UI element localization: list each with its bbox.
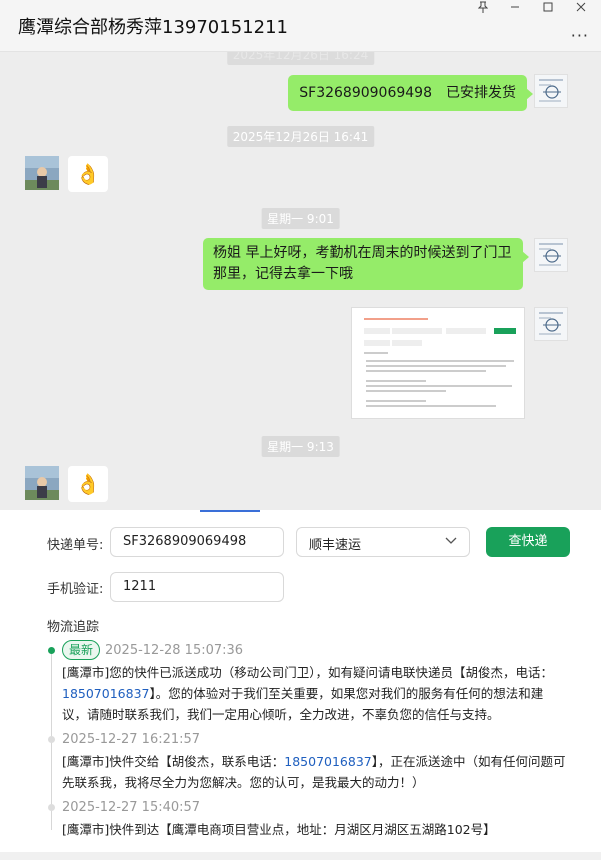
avatar[interactable]	[534, 74, 568, 108]
message-text: SF3268909069498 已安排发货	[299, 85, 516, 101]
ok-hand-icon: 👌	[75, 472, 101, 496]
event-detail: [鹰潭市]您的快件已派送成功（移动公司门卫），如有疑问请电联快递员【胡俊杰，电话…	[62, 665, 554, 722]
avatar[interactable]	[25, 466, 59, 500]
chat-title: 鹰潭综合部杨秀萍13970151211	[18, 17, 288, 38]
chat-header: 鹰潭综合部杨秀萍13970151211 ···	[0, 0, 601, 52]
tracking-number-label: 快递单号:	[47, 538, 104, 553]
avatar[interactable]	[534, 238, 568, 272]
carrier-select[interactable]: 顺丰速运	[296, 527, 470, 557]
tracking-number-input[interactable]: SF3268909069498	[110, 527, 284, 557]
emoji-message[interactable]: 👌	[68, 466, 108, 502]
latest-badge: 最新	[62, 640, 101, 660]
query-button[interactable]: 查快递	[486, 527, 570, 557]
maximize-icon[interactable]	[533, 0, 563, 14]
phone-link[interactable]: 18507016837	[284, 754, 371, 769]
event-time: 2025-12-28 15:07:36	[105, 643, 244, 658]
timestamp: 2025年12月26日 16:41	[226, 126, 375, 147]
phone-link[interactable]: 18507016837	[62, 686, 149, 701]
timestamp: 星期一 9:01	[261, 208, 340, 229]
avatar[interactable]	[534, 307, 568, 341]
timestamp: 2025年12月26日 16:24	[226, 52, 375, 65]
minimize-icon[interactable]	[500, 0, 530, 14]
timeline-dot	[48, 804, 55, 811]
ok-hand-icon: 👌	[75, 162, 101, 186]
chat-message-area[interactable]: 2025年12月26日 16:24 SF3268909069498 已安排发货 …	[0, 52, 601, 510]
divider	[200, 510, 260, 512]
event-detail: [鹰潭市]快件到达【鹰潭电商项目营业点，地址：月湖区月湖区五湖路102号】	[62, 822, 496, 837]
event-detail: [鹰潭市]快件交给【胡俊杰，联系电话：18507016837】，正在派送途中（如…	[62, 754, 566, 790]
pin-icon[interactable]	[468, 0, 498, 14]
event-time: 2025-12-27 16:21:57	[62, 732, 201, 747]
emoji-message[interactable]: 👌	[68, 156, 108, 192]
image-message[interactable]	[351, 307, 525, 419]
message-text: 杨姐 早上好呀，考勤机在周末的时候送到了门卫那里，记得去拿一下哦	[213, 245, 512, 282]
section-title: 物流追踪	[47, 620, 100, 635]
divider	[0, 852, 601, 860]
close-icon[interactable]	[566, 0, 596, 14]
timeline-dot	[48, 736, 55, 743]
timestamp: 星期一 9:13	[261, 436, 340, 457]
avatar[interactable]	[25, 156, 59, 190]
chevron-down-icon	[445, 534, 457, 550]
event-time: 2025-12-27 15:40:57	[62, 800, 201, 815]
phone-verify-label: 手机验证:	[47, 582, 104, 597]
outgoing-message[interactable]: SF3268909069498 已安排发货	[288, 75, 533, 111]
outgoing-message[interactable]: 杨姐 早上好呀，考勤机在周末的时候送到了门卫那里，记得去拿一下哦	[203, 238, 529, 290]
timeline-dot	[48, 647, 55, 654]
more-icon[interactable]: ···	[571, 26, 589, 45]
phone-verify-input[interactable]: 1211	[110, 572, 284, 602]
